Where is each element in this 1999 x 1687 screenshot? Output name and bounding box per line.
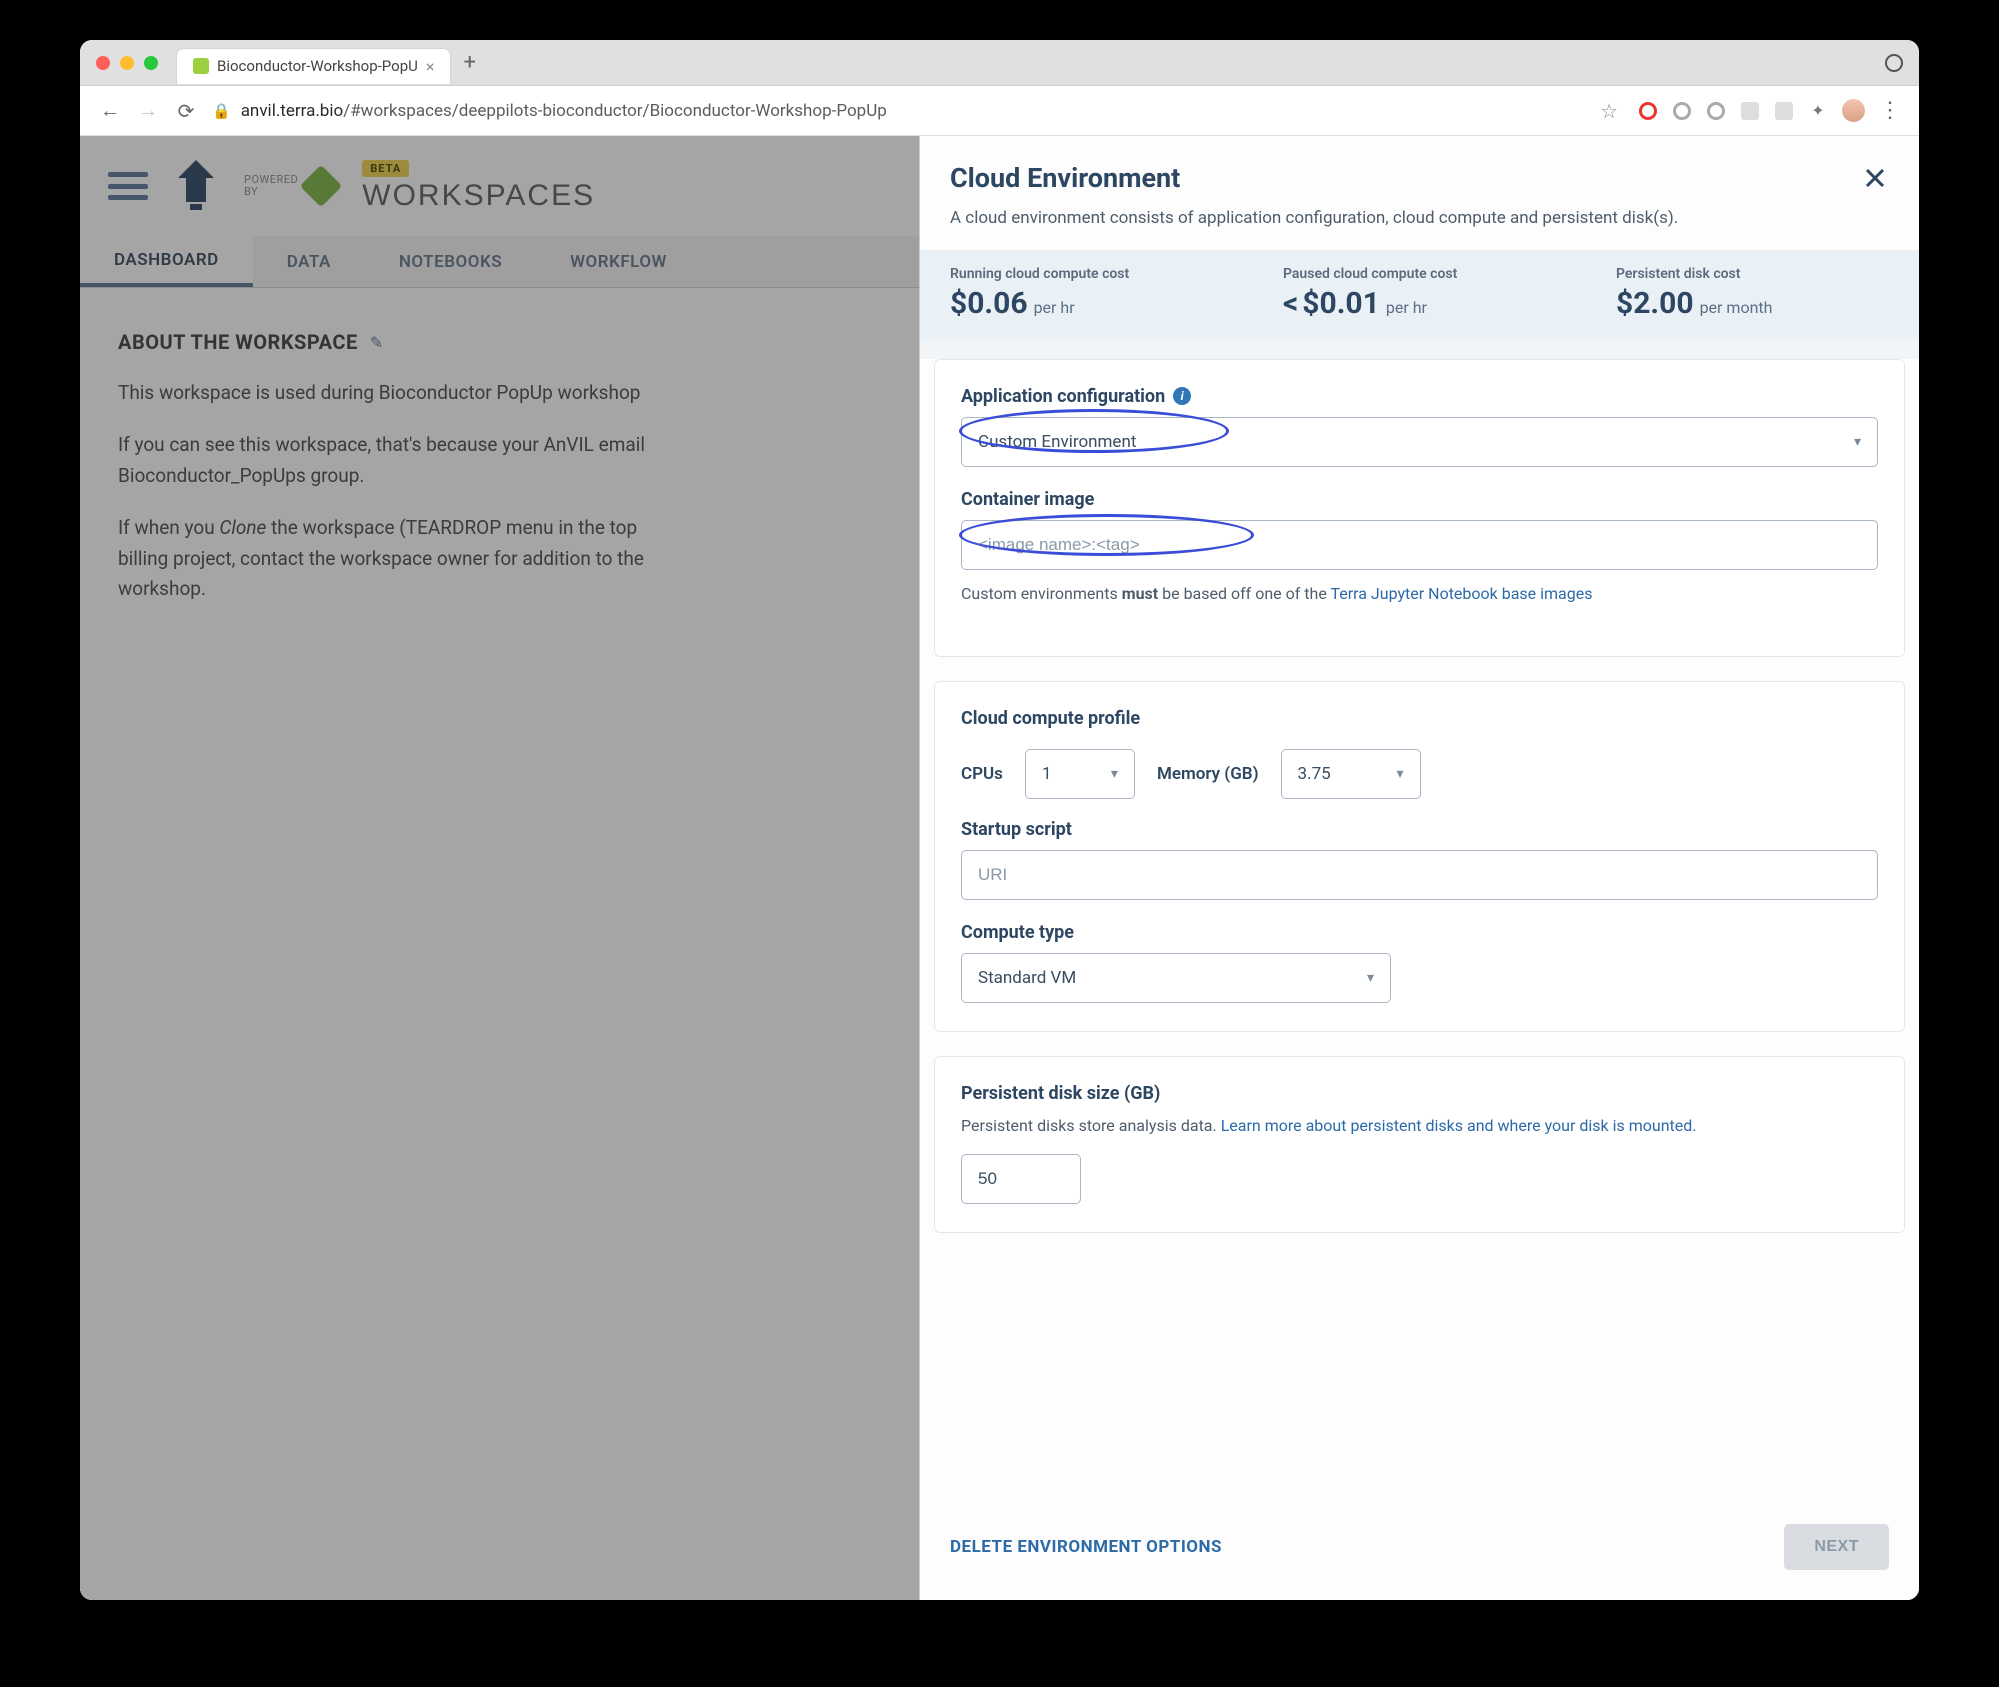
cloud-environment-panel: Cloud Environment A cloud environment co… [919,136,1919,1600]
persistent-disk-learn-link[interactable]: Learn more about persistent disks and wh… [1221,1116,1697,1135]
container-image-help: Custom environments must be based off on… [961,582,1878,606]
cost-paused-value: $0.01 [1302,286,1380,321]
app-config-select[interactable]: Custom Environment ▾ [961,417,1878,467]
cost-disk: Persistent disk cost $2.00 per month [1616,266,1889,321]
app-config-selected: Custom Environment [978,432,1136,452]
extensions-puzzle-icon[interactable]: ✦ [1808,101,1828,121]
memory-select[interactable]: 3.75 ▾ [1281,749,1421,799]
cost-running: Running cloud compute cost $0.06 per hr [950,266,1223,321]
delete-environment-link[interactable]: DELETE ENVIRONMENT OPTIONS [950,1537,1222,1557]
minimize-window-button[interactable] [120,56,134,70]
persistent-disk-help: Persistent disks store analysis data. Le… [961,1114,1878,1138]
persistent-disk-size-input[interactable] [961,1154,1081,1204]
cost-summary: Running cloud compute cost $0.06 per hr … [920,250,1919,339]
panel-description: A cloud environment consists of applicat… [950,206,1889,232]
cost-running-value: $0.06 [950,286,1028,321]
window-controls [96,56,158,70]
compute-profile-card: Cloud compute profile CPUs 1 ▾ Memory (G… [934,681,1905,1032]
titlebar: Bioconductor-Workshop-PopU × + [80,40,1919,86]
chevron-down-icon: ▾ [1397,766,1404,782]
info-icon[interactable]: i [1173,387,1191,405]
cpu-select[interactable]: 1 ▾ [1025,749,1135,799]
compute-type-select[interactable]: Standard VM ▾ [961,953,1391,1003]
startup-script-input[interactable] [961,850,1878,900]
maximize-window-button[interactable] [144,56,158,70]
extension-icon[interactable] [1740,101,1760,121]
cpu-label: CPUs [961,764,1003,784]
bookmark-star-icon[interactable]: ☆ [1600,99,1618,123]
reload-button[interactable]: ⟳ [174,99,198,123]
compute-type-label: Compute type [961,922,1878,943]
tab-favicon [193,58,209,74]
persistent-disk-card: Persistent disk size (GB) Persistent dis… [934,1056,1905,1233]
browser-tab[interactable]: Bioconductor-Workshop-PopU × [176,48,451,84]
chevron-down-icon: ▾ [1111,766,1118,782]
browser-menu-icon[interactable]: ⋮ [1879,98,1901,123]
close-window-button[interactable] [96,56,110,70]
close-panel-button[interactable] [1861,164,1889,192]
compute-profile-heading: Cloud compute profile [961,708,1878,729]
app-content: POWERED BY BETA WORKSPACES Work dee DASH… [80,136,1919,1600]
cost-disk-value: $2.00 [1616,286,1694,321]
jupyter-base-images-link[interactable]: Terra Jupyter Notebook base images [1330,584,1592,603]
startup-script-label: Startup script [961,819,1878,840]
account-menu-icon[interactable] [1885,54,1903,72]
back-button[interactable]: ← [98,98,122,123]
persistent-disk-heading: Persistent disk size (GB) [961,1083,1878,1104]
browser-window: Bioconductor-Workshop-PopU × + ← → ⟳ 🔒 a… [80,40,1919,1600]
url-host: anvil.terra.bio [241,101,344,121]
tab-title: Bioconductor-Workshop-PopU [217,57,418,75]
panel-title: Cloud Environment [950,162,1180,194]
forward-button: → [136,98,160,123]
extension-icon[interactable] [1774,101,1794,121]
close-tab-icon[interactable]: × [426,57,435,76]
extension-icons: ✦ ⋮ [1638,98,1901,123]
extension-icon[interactable] [1672,101,1692,121]
panel-header: Cloud Environment A cloud environment co… [920,136,1919,250]
panel-footer: DELETE ENVIRONMENT OPTIONS NEXT [920,1498,1919,1600]
lock-icon: 🔒 [212,102,231,120]
memory-label: Memory (GB) [1157,764,1259,784]
app-config-label: Application configuration i [961,386,1878,407]
container-image-input[interactable] [961,520,1878,570]
container-image-label: Container image [961,489,1878,510]
extension-icon[interactable] [1638,101,1658,121]
app-config-card: Application configuration i Custom Envir… [934,359,1905,657]
profile-avatar[interactable] [1842,99,1865,122]
address-field[interactable]: 🔒 anvil.terra.bio/#workspaces/deeppilots… [212,101,1586,121]
new-tab-button[interactable]: + [463,50,475,75]
chevron-down-icon: ▾ [1854,434,1861,450]
url-path: /#workspaces/deeppilots-bioconductor/Bio… [343,101,887,121]
next-button[interactable]: NEXT [1784,1524,1889,1570]
address-bar: ← → ⟳ 🔒 anvil.terra.bio/#workspaces/deep… [80,86,1919,136]
cost-paused: Paused cloud compute cost < $0.01 per hr [1283,266,1556,321]
extension-icon[interactable] [1706,101,1726,121]
chevron-down-icon: ▾ [1367,970,1374,986]
